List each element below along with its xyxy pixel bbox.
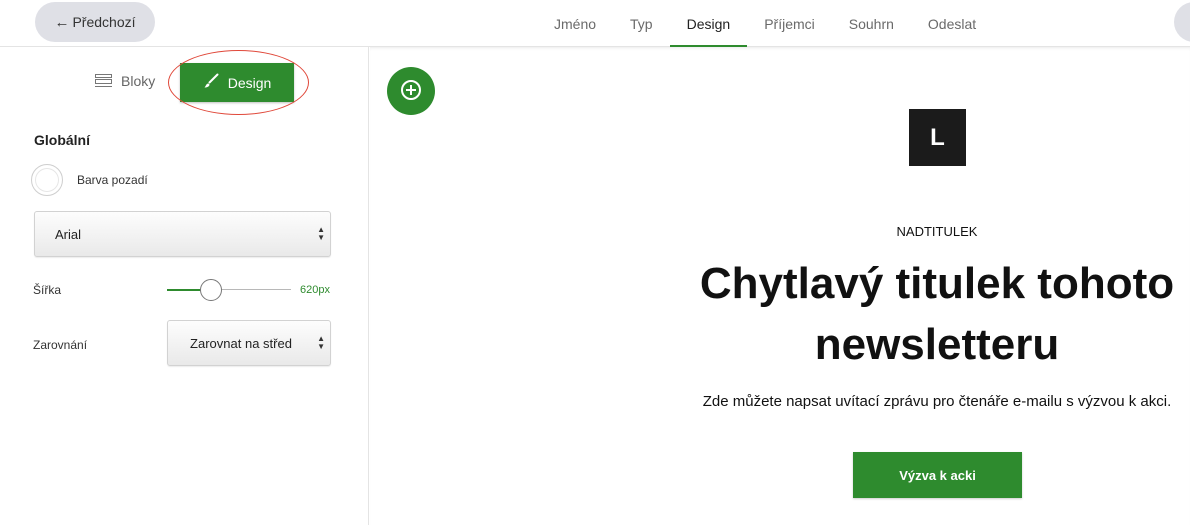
tab-blocks[interactable]: Bloky <box>95 69 155 93</box>
font-select[interactable]: Arial ▲ ▼ <box>34 211 331 257</box>
background-color-label: Barva pozadí <box>77 173 148 187</box>
paintbrush-icon <box>203 73 219 92</box>
back-button[interactable]: ← Předchozí <box>35 2 155 42</box>
width-value: 620px <box>300 284 330 296</box>
step-label: Souhrn <box>848 15 894 32</box>
tab-design[interactable]: Design <box>180 63 294 102</box>
newsletter-headline[interactable]: Chytlavý titulek tohoto newsletteru <box>687 253 1187 375</box>
newsletter-logo[interactable]: L <box>909 109 966 166</box>
updown-caret-icon: ▲ ▼ <box>317 334 325 351</box>
slider-thumb[interactable] <box>200 279 222 301</box>
blocks-icon <box>95 74 112 88</box>
email-preview-canvas: L NADTITULEK Chytlavý titulek tohoto new… <box>370 47 1190 525</box>
alignment-select[interactable]: Zarovnat na střed ▲ ▼ <box>167 320 331 366</box>
section-title-global: Globální <box>34 132 90 148</box>
tab-blocks-label: Bloky <box>121 73 156 89</box>
newsletter-pretitle[interactable]: NADTITULEK <box>837 224 1037 239</box>
step-design[interactable]: Design <box>669 0 748 48</box>
updown-caret-icon: ▲ ▼ <box>317 225 325 242</box>
tab-design-label: Design <box>227 74 272 91</box>
alignment-select-value: Zarovnat na střed <box>190 335 292 351</box>
step-send[interactable]: Odeslat <box>911 0 993 47</box>
plus-circle-icon <box>400 79 422 104</box>
step-label: Design <box>686 15 731 32</box>
cta-button[interactable]: Výzva k acki <box>853 452 1022 498</box>
width-slider[interactable] <box>167 279 291 301</box>
step-type[interactable]: Typ <box>613 0 670 47</box>
background-color-swatch[interactable] <box>31 164 63 196</box>
top-bar: ← Předchozí Jméno Typ Design Příjemci So… <box>0 0 1190 48</box>
step-label: Příjemci <box>764 15 815 32</box>
next-button[interactable] <box>1174 2 1190 42</box>
step-label: Odeslat <box>927 15 977 32</box>
arrow-left-icon: ← <box>54 13 70 31</box>
step-summary[interactable]: Souhrn <box>832 0 911 47</box>
width-label: Šířka <box>33 283 62 297</box>
back-button-label: Předchozí <box>72 14 136 30</box>
alignment-label: Zarovnání <box>33 338 88 352</box>
step-name[interactable]: Jméno <box>537 0 613 47</box>
step-recipients[interactable]: Příjemci <box>747 0 832 47</box>
step-label: Typ <box>630 15 653 32</box>
font-select-value: Arial <box>55 226 82 242</box>
newsletter-intro[interactable]: Zde můžete napsat uvítací zprávu pro čte… <box>687 393 1187 410</box>
slider-track <box>211 289 291 290</box>
wizard-steps: Jméno Typ Design Příjemci Souhrn Odeslat <box>537 0 993 48</box>
design-sidebar: Bloky Design Globální Barva pozadí Arial… <box>0 47 369 525</box>
add-block-button[interactable] <box>387 67 435 115</box>
step-label: Jméno <box>554 15 597 32</box>
